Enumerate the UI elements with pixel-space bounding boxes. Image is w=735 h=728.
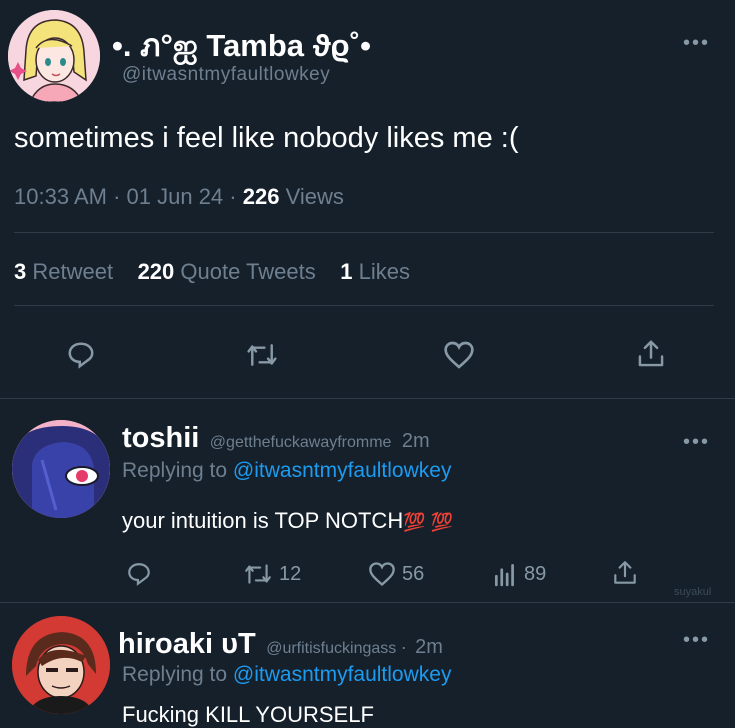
reply-text-line: your intuition is TOP NOTCH💯 💯 [122, 508, 453, 534]
reply-text: Fucking KILL YOURSELF [122, 702, 374, 727]
like-button[interactable] [443, 340, 475, 375]
avatar-illustration [12, 616, 110, 714]
more-options-icon[interactable]: ••• [683, 432, 710, 452]
tweet-text: sometimes i feel like nobody likes me :( [14, 122, 519, 154]
reply-icon [68, 342, 94, 369]
retweet-count: 3 [14, 259, 27, 284]
retweet-count: 12 [279, 562, 302, 585]
reply-handle[interactable]: @getthefuckawayfromme [210, 434, 392, 451]
replying-handle-link[interactable]: @itwasntmyfaultlowkey [233, 459, 452, 482]
reply-icon [128, 563, 150, 586]
author-avatar[interactable] [8, 10, 100, 102]
retweet-icon [247, 344, 277, 366]
tweet-time: 10:33 AM [14, 184, 107, 209]
views-label: Views [285, 184, 344, 209]
quote-label: Quote Tweets [180, 259, 316, 284]
reply-display-name[interactable]: hiroaki ᴜТ [118, 628, 256, 660]
divider [0, 398, 735, 399]
reply-avatar[interactable] [12, 420, 110, 518]
reply-handle[interactable]: @urfitisfuckingass [266, 640, 396, 657]
reply-button[interactable] [126, 561, 152, 587]
share-button[interactable] [612, 559, 638, 592]
views-count: 89 [524, 562, 547, 585]
share-icon [638, 340, 664, 367]
quote-count: 220 [137, 259, 175, 284]
heart-icon [444, 341, 474, 369]
reply-header: hiroaki ᴜТ @urfitisfuckingass · 2m [118, 628, 443, 661]
retweet-label: Retweet [32, 259, 114, 284]
analytics-icon [494, 563, 514, 587]
avatar-illustration [8, 10, 100, 102]
hundred-emoji: 💯 💯 [403, 512, 454, 532]
author-handle[interactable]: @itwasntmyfaultlowkey [122, 64, 330, 86]
avatar-illustration [12, 420, 110, 518]
likes-count: 1 [340, 259, 353, 284]
share-button[interactable] [636, 338, 666, 375]
reply-display-name[interactable]: toshii [122, 422, 199, 454]
reply-age: 2m [401, 430, 430, 452]
retweet-stat[interactable]: 3 Retweet [14, 259, 119, 284]
tweet-meta: 10:33 AM · 01 Jun 24 · 226 Views [14, 184, 344, 210]
like-count: 56 [402, 562, 425, 585]
replying-prefix: Replying to [122, 459, 228, 482]
divider [14, 232, 714, 233]
retweet-button[interactable]: 12 [243, 561, 301, 587]
replying-handle-link[interactable]: @itwasntmyfaultlowkey [233, 663, 452, 686]
meta-separator: · [400, 637, 407, 657]
reply-age: 2m [415, 636, 443, 658]
replying-to: Replying to @itwasntmyfaultlowkey [122, 663, 451, 687]
meta-separator: · [229, 184, 237, 209]
engagement-stats: 3 Retweet 220 Quote Tweets 1 Likes [14, 259, 410, 285]
replying-to: Replying to @itwasntmyfaultlowkey [122, 459, 451, 483]
retweet-icon [245, 564, 271, 584]
meta-separator: · [113, 184, 121, 209]
retweet-button[interactable] [245, 340, 279, 375]
reply-button[interactable] [66, 340, 96, 375]
share-icon [614, 561, 636, 584]
likes-label: Likes [358, 259, 410, 284]
divider [14, 305, 714, 306]
likes-stat[interactable]: 1 Likes [340, 259, 410, 284]
reply-text: your intuition is TOP NOTCH [122, 508, 404, 533]
divider [0, 602, 735, 603]
views-button[interactable]: 89 [492, 561, 546, 587]
watermark: suyakul [674, 586, 712, 598]
replying-prefix: Replying to [122, 663, 228, 686]
views-count: 226 [242, 184, 280, 209]
quote-stat[interactable]: 220 Quote Tweets [138, 259, 322, 284]
more-options-icon[interactable]: ••• [683, 630, 710, 650]
heart-icon [369, 562, 395, 587]
reply-avatar[interactable] [12, 616, 110, 714]
tweet-date: 01 Jun 24 [126, 184, 224, 209]
more-options-icon[interactable]: ••• [683, 33, 710, 53]
reply-header: toshii @getthefuckawayfromme 2m [122, 422, 430, 455]
like-button[interactable]: 56 [368, 561, 424, 587]
author-display-name[interactable]: •. ภ°ஐ Tamba ϑϱ˚• [112, 20, 371, 70]
